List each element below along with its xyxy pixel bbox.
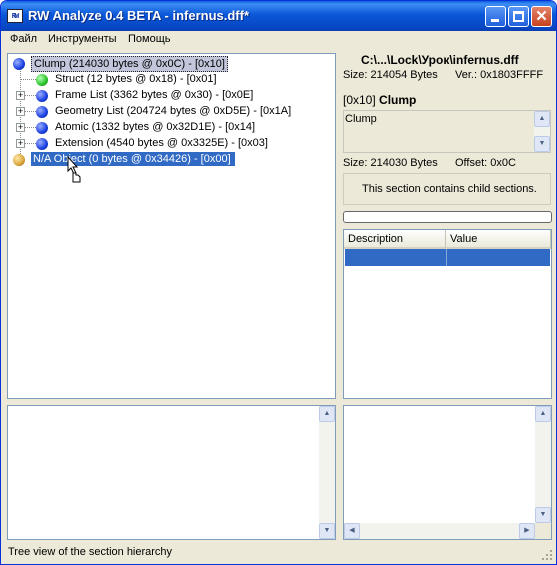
blue-node-icon [36, 122, 48, 134]
mouse-cursor-icon [67, 156, 81, 183]
scroll-down-icon[interactable]: ▼ [535, 507, 551, 523]
menu-tools[interactable]: Инструменты [48, 33, 117, 45]
scroll-down-icon[interactable]: ▼ [534, 136, 550, 152]
tree-item-frame-list[interactable]: + Frame List (3362 bytes @ 0x30) - [0x0E… [8, 88, 328, 104]
tree-item-atomic[interactable]: + Atomic (1332 bytes @ 0x32D1E) - [0x14] [8, 120, 328, 136]
status-text: Tree view of the section hierarchy [8, 546, 173, 558]
description-scrollbar[interactable]: ▲ ▼ [534, 111, 550, 152]
scroll-up-icon[interactable]: ▲ [534, 111, 550, 127]
vertical-scrollbar[interactable]: ▲ ▼ [535, 406, 551, 523]
tree-item-label: Struct (12 bytes @ 0x18) - [0x01] [55, 73, 217, 85]
blue-node-icon [13, 58, 25, 70]
bottom-right-textarea[interactable]: ▲ ▼ ◀ ▶ [343, 405, 552, 540]
scroll-down-icon[interactable]: ▼ [319, 523, 335, 539]
section-offset: Offset: 0x0C [455, 157, 516, 169]
close-button[interactable]: ✕ [531, 6, 552, 27]
scroll-up-icon[interactable]: ▲ [535, 406, 551, 422]
tree-item-label: Frame List (3362 bytes @ 0x30) - [0x0E] [55, 89, 254, 101]
file-version: Ver.: 0x1803FFFF [455, 69, 544, 81]
row-divider [446, 249, 447, 266]
menu-help[interactable]: Помощь [128, 33, 171, 45]
scroll-right-icon[interactable]: ▶ [519, 523, 535, 539]
expand-icon[interactable]: + [16, 107, 25, 116]
blue-node-icon [36, 90, 48, 102]
menu-file[interactable]: Файл [10, 33, 37, 45]
child-sections-message: This section contains child sections. [362, 183, 537, 195]
app-logo-icon: RW [7, 9, 23, 23]
file-path: C:\...\Lock\Урок\infernus.dff [361, 53, 519, 67]
tree-item-struct[interactable]: Struct (12 bytes @ 0x18) - [0x01] [8, 72, 328, 88]
column-header-description[interactable]: Description [344, 230, 446, 249]
close-icon: ✕ [535, 8, 548, 25]
section-description: Clump [345, 113, 377, 125]
column-header-value[interactable]: Value [446, 230, 551, 249]
orange-node-icon [13, 154, 25, 166]
tree-item-label: Extension (4540 bytes @ 0x3325E) - [0x03… [55, 137, 268, 149]
selected-row[interactable] [345, 249, 550, 266]
child-sections-box: This section contains child sections. [343, 173, 551, 205]
tree-item-label: Clump (214030 bytes @ 0x0C) - [0x10] [31, 56, 228, 72]
section-header: [0x10] Clump [343, 93, 416, 107]
tree-item-extension[interactable]: + Extension (4540 bytes @ 0x3325E) - [0x… [8, 136, 328, 152]
tree-item-label: Atomic (1332 bytes @ 0x32D1E) - [0x14] [55, 121, 256, 133]
menu-bar: Файл Инструменты Помощь [2, 31, 555, 50]
section-tree[interactable]: Clump (214030 bytes @ 0x0C) - [0x10] Str… [7, 53, 336, 399]
section-id: [0x10] [343, 93, 376, 107]
title-bar[interactable]: RW RW Analyze 0.4 BETA - infernus.dff* ✕ [1, 1, 556, 31]
expand-icon[interactable]: + [16, 139, 25, 148]
bottom-left-textarea[interactable]: ▲ ▼ [7, 405, 336, 540]
tree-item-label: N/A Object (0 bytes @ 0x34426) - [0x00] [31, 152, 235, 166]
tree-item-na-object[interactable]: N/A Object (0 bytes @ 0x34426) - [0x00] [8, 152, 328, 168]
maximize-icon [513, 11, 524, 22]
scroll-up-icon[interactable]: ▲ [319, 406, 335, 422]
file-size: Size: 214054 Bytes [343, 69, 438, 81]
green-node-icon [36, 74, 48, 86]
tree-item-label: Geometry List (204724 bytes @ 0xD5E) - [… [55, 105, 292, 117]
tree-item-geometry-list[interactable]: + Geometry List (204724 bytes @ 0xD5E) -… [8, 104, 328, 120]
tree-item-clump[interactable]: Clump (214030 bytes @ 0x0C) - [0x10] [8, 56, 328, 72]
blue-node-icon [36, 138, 48, 150]
minimize-button[interactable] [485, 6, 506, 27]
expand-icon[interactable]: + [16, 123, 25, 132]
horizontal-scrollbar[interactable]: ◀ ▶ [344, 523, 535, 539]
section-size: Size: 214030 Bytes [343, 157, 438, 169]
app-window: RW RW Analyze 0.4 BETA - infernus.dff* ✕… [0, 0, 557, 565]
resize-grip-icon[interactable] [541, 549, 553, 561]
expand-icon[interactable]: + [16, 91, 25, 100]
status-bar: Tree view of the section hierarchy [2, 543, 555, 563]
blue-node-icon [36, 106, 48, 118]
minimize-icon [491, 19, 499, 22]
scroll-corner [535, 523, 551, 539]
section-name: Clump [379, 93, 417, 107]
section-description-box[interactable]: Clump ▲ ▼ [343, 110, 551, 153]
scroll-left-icon[interactable]: ◀ [344, 523, 360, 539]
maximize-button[interactable] [508, 6, 529, 27]
window-title: RW Analyze 0.4 BETA - infernus.dff* [28, 8, 250, 23]
vertical-scrollbar[interactable]: ▲ ▼ [319, 406, 335, 539]
progress-bar [343, 211, 552, 223]
properties-list[interactable]: Description Value [343, 229, 552, 399]
